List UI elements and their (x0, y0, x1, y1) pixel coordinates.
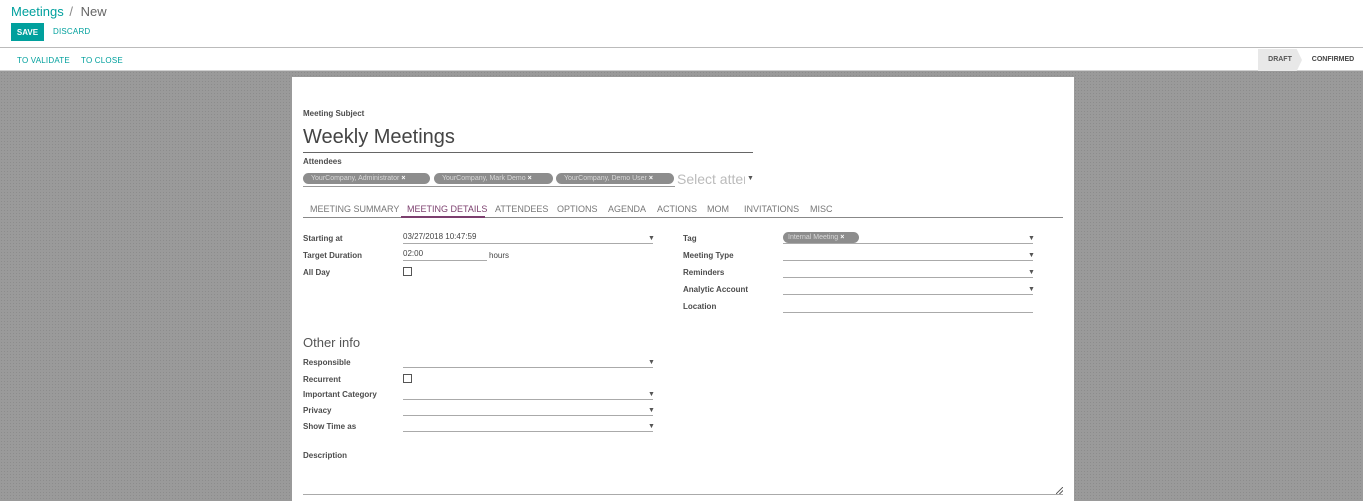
analytic-account-select[interactable] (783, 283, 1033, 295)
tab-invitations[interactable]: INVITATIONS (744, 204, 799, 214)
chevron-down-icon[interactable]: ▼ (1028, 269, 1035, 276)
breadcrumb-current: New (80, 4, 107, 19)
tab-misc[interactable]: MISC (810, 204, 833, 214)
statusbar: TO VALIDATE TO CLOSE DRAFT CONFIRMED (0, 49, 1363, 71)
stage-draft[interactable]: DRAFT (1258, 49, 1302, 71)
attendees-tags[interactable]: YourCompany, Administrator × YourCompany,… (303, 173, 675, 187)
location-input[interactable] (783, 301, 1033, 313)
subject-input[interactable]: Weekly Meetings (303, 123, 753, 153)
breadcrumb-meetings-link[interactable]: Meetings (11, 4, 64, 19)
reminders-select[interactable] (783, 266, 1033, 278)
chevron-down-icon[interactable]: ▼ (648, 407, 655, 414)
attendee-tag[interactable]: YourCompany, Administrator × (303, 173, 430, 184)
chevron-down-icon[interactable]: ▼ (1028, 252, 1035, 259)
active-tab-indicator (401, 216, 485, 218)
notebook-tabs: MEETING SUMMARY MEETING DETAILS ATTENDEE… (303, 202, 1063, 218)
attendee-tag-label: YourCompany, Mark Demo (442, 175, 526, 182)
recurrent-label: Recurrent (303, 375, 341, 384)
remove-tag-icon[interactable]: × (840, 234, 844, 241)
reminders-label: Reminders (683, 268, 725, 277)
description-label: Description (303, 451, 348, 460)
tag-chip[interactable]: Internal Meeting × (783, 232, 859, 243)
chevron-down-icon[interactable]: ▼ (747, 175, 754, 182)
meeting-type-label: Meeting Type (683, 251, 734, 260)
all-day-label: All Day (303, 268, 331, 277)
attendee-tag[interactable]: YourCompany, Demo User × (556, 173, 674, 184)
attendees-search-input[interactable]: Select atten (677, 171, 745, 187)
privacy-label: Privacy (303, 406, 332, 415)
meeting-type-select[interactable] (783, 249, 1033, 261)
control-panel: Meetings / New SAVE DISCARD (0, 0, 1363, 48)
chevron-down-icon[interactable]: ▼ (1028, 286, 1035, 293)
attendee-tag-label: YourCompany, Administrator (311, 175, 400, 182)
starting-at-label: Starting at (303, 234, 343, 243)
remove-tag-icon[interactable]: × (528, 175, 532, 182)
tab-meeting-details[interactable]: MEETING DETAILS (407, 204, 487, 214)
breadcrumb-separator: / (69, 4, 73, 19)
chevron-down-icon[interactable]: ▼ (648, 235, 655, 242)
stage-confirmed[interactable]: CONFIRMED (1304, 49, 1362, 71)
tag-label: Tag (683, 234, 697, 243)
important-category-select[interactable] (403, 388, 653, 400)
recurrent-checkbox[interactable] (403, 374, 412, 383)
to-validate-button[interactable]: TO VALIDATE (17, 56, 70, 65)
starting-at-input[interactable]: 03/27/2018 10:47:59 (403, 232, 653, 244)
attendees-label: Attendees (303, 157, 342, 166)
tab-agenda[interactable]: AGENDA (608, 204, 646, 214)
show-time-as-label: Show Time as (303, 422, 357, 431)
tag-chip-label: Internal Meeting (788, 234, 839, 241)
duration-unit: hours (489, 251, 510, 260)
responsible-label: Responsible (303, 358, 351, 367)
chevron-down-icon[interactable]: ▼ (648, 391, 655, 398)
breadcrumb: Meetings / New (11, 4, 107, 19)
target-duration-label: Target Duration (303, 251, 362, 260)
tag-input[interactable]: Internal Meeting × (783, 232, 1033, 244)
target-duration-value: 02:00 (403, 249, 424, 258)
resize-grip-icon[interactable] (1056, 487, 1063, 494)
location-label: Location (683, 302, 717, 311)
to-close-button[interactable]: TO CLOSE (81, 56, 123, 65)
show-time-as-select[interactable] (403, 420, 653, 432)
starting-at-value: 03/27/2018 10:47:59 (403, 232, 477, 241)
attendee-tag[interactable]: YourCompany, Mark Demo × (434, 173, 553, 184)
tab-actions[interactable]: ACTIONS (657, 204, 697, 214)
target-duration-input[interactable]: 02:00 (403, 249, 487, 261)
save-button[interactable]: SAVE (11, 23, 44, 41)
tab-mom[interactable]: MOM (707, 204, 729, 214)
remove-tag-icon[interactable]: × (649, 175, 653, 182)
subject-label: Meeting Subject (303, 109, 365, 118)
description-textarea[interactable] (303, 467, 1063, 495)
tab-meeting-summary[interactable]: MEETING SUMMARY (310, 204, 399, 214)
discard-button[interactable]: DISCARD (53, 27, 90, 36)
other-info-title: Other info (303, 335, 361, 350)
attendee-tag-label: YourCompany, Demo User (564, 175, 647, 182)
privacy-select[interactable] (403, 404, 653, 416)
tab-options[interactable]: OPTIONS (557, 204, 598, 214)
chevron-down-icon[interactable]: ▼ (648, 423, 655, 430)
all-day-checkbox[interactable] (403, 267, 412, 276)
chevron-down-icon[interactable]: ▼ (1028, 235, 1035, 242)
analytic-account-label: Analytic Account (683, 285, 749, 294)
remove-tag-icon[interactable]: × (401, 175, 405, 182)
form-sheet: Meeting Subject Weekly Meetings Attendee… (292, 77, 1074, 501)
responsible-select[interactable] (403, 356, 653, 368)
chevron-down-icon[interactable]: ▼ (648, 359, 655, 366)
tab-attendees[interactable]: ATTENDEES (495, 204, 548, 214)
important-category-label: Important Category (303, 390, 377, 399)
